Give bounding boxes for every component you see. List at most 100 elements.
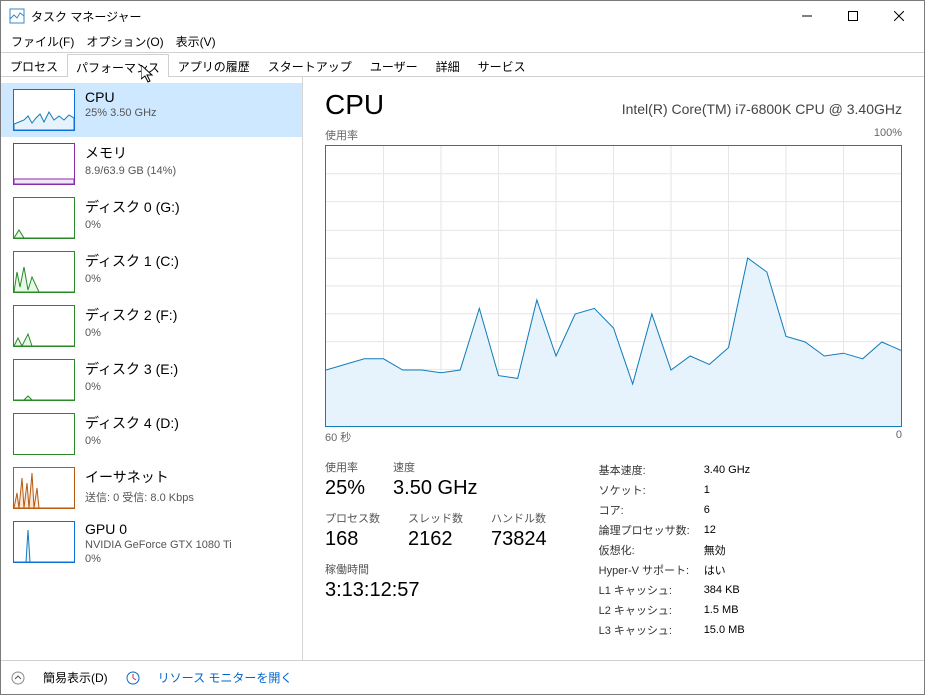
chart-x-start: 60 秒 [325, 429, 351, 445]
chevron-up-icon[interactable] [11, 671, 25, 685]
stat-sockets: 1 [704, 481, 762, 499]
stat-base-speed: 3.40 GHz [704, 461, 762, 479]
menu-file[interactable]: ファイル(F) [5, 31, 80, 52]
stat-label: 基本速度: [599, 461, 702, 479]
chart-y-label: 使用率 [325, 127, 358, 143]
sidebar-item-disk2[interactable]: ディスク 2 (F:) 0% [1, 299, 302, 353]
sidebar: CPU 25% 3.50 GHz メモリ 8.9/63.9 GB (14%) ディス… [1, 77, 303, 660]
sidebar-item-sub: 8.9/63.9 GB (14%) [85, 165, 176, 177]
tab-startup[interactable]: スタートアップ [259, 53, 361, 76]
chart-y-max: 100% [874, 127, 902, 143]
stat-hyperv: はい [704, 561, 762, 579]
stat-label: L2 キャッシュ: [599, 601, 702, 619]
sidebar-item-label: CPU [85, 89, 157, 105]
stat-label: 仮想化: [599, 541, 702, 559]
processor-name: Intel(R) Core(TM) i7-6800K CPU @ 3.40GHz [622, 101, 902, 117]
sidebar-item-sub: 0% [85, 327, 177, 339]
stat-label: 論理プロセッサ数: [599, 521, 702, 539]
menu-options[interactable]: オプション(O) [80, 31, 169, 52]
disk-thumb-icon [13, 197, 75, 239]
titlebar: タスク マネージャー [1, 1, 924, 31]
sidebar-item-disk1[interactable]: ディスク 1 (C:) 0% [1, 245, 302, 299]
stat-handles: 73824 [491, 528, 547, 551]
sidebar-item-sub2: 0% [85, 553, 232, 565]
resmon-icon [126, 671, 140, 685]
main-content: CPU 25% 3.50 GHz メモリ 8.9/63.9 GB (14%) ディス… [1, 77, 924, 660]
tab-services[interactable]: サービス [469, 53, 535, 76]
open-resource-monitor-link[interactable]: リソース モニターを開く [158, 669, 293, 686]
sidebar-item-sub: 0% [85, 381, 178, 393]
stat-virtualization: 無効 [704, 541, 762, 559]
sidebar-item-gpu[interactable]: GPU 0 NVIDIA GeForce GTX 1080 Ti 0% [1, 515, 302, 571]
disk-thumb-icon [13, 251, 75, 293]
stat-label: 速度 [393, 459, 477, 475]
sidebar-item-label: ディスク 3 (E:) [85, 359, 178, 379]
app-icon [9, 8, 25, 24]
sidebar-item-sub: 25% 3.50 GHz [85, 107, 157, 119]
sidebar-item-sub: 0% [85, 435, 179, 447]
stat-label: スレッド数 [408, 510, 463, 526]
sidebar-item-label: イーサネット [85, 467, 194, 487]
tab-processes[interactable]: プロセス [1, 53, 67, 76]
stat-label: L1 キャッシュ: [599, 581, 702, 599]
sidebar-item-label: GPU 0 [85, 521, 232, 537]
fewer-details-button[interactable]: 簡易表示(D) [43, 669, 108, 686]
sidebar-item-label: ディスク 4 (D:) [85, 413, 179, 433]
tab-details[interactable]: 詳細 [427, 53, 469, 76]
stat-label: ハンドル数 [491, 510, 547, 526]
disk-thumb-icon [13, 359, 75, 401]
stat-usage: 25% [325, 477, 365, 500]
stat-label: ソケット: [599, 481, 702, 499]
minimize-button[interactable] [784, 1, 830, 31]
stat-l3: 15.0 MB [704, 621, 762, 639]
detail-title: CPU [325, 89, 384, 121]
stat-label: Hyper-V サポート: [599, 561, 702, 579]
stat-uptime: 3:13:12:57 [325, 579, 547, 602]
sidebar-item-ethernet[interactable]: イーサネット送信: 0 受信: 8.0 Kbps [1, 461, 302, 515]
stat-label: コア: [599, 501, 702, 519]
stat-label: L3 キャッシュ: [599, 621, 702, 639]
close-button[interactable] [876, 1, 922, 31]
menu-view[interactable]: 表示(V) [170, 31, 222, 52]
sidebar-item-memory[interactable]: メモリ 8.9/63.9 GB (14%) [1, 137, 302, 191]
chart-x-end: 0 [896, 429, 902, 445]
tabbar: プロセス パフォーマンス アプリの履歴 スタートアップ ユーザー 詳細 サービス [1, 53, 924, 77]
sidebar-item-label: メモリ [85, 143, 176, 163]
sidebar-item-disk3[interactable]: ディスク 3 (E:) 0% [1, 353, 302, 407]
maximize-button[interactable] [830, 1, 876, 31]
menubar: ファイル(F) オプション(O) 表示(V) [1, 31, 924, 53]
sidebar-item-label: ディスク 2 (F:) [85, 305, 177, 325]
sidebar-item-disk4[interactable]: ディスク 4 (D:) 0% [1, 407, 302, 461]
stat-l1: 384 KB [704, 581, 762, 599]
stat-l2: 1.5 MB [704, 601, 762, 619]
sidebar-item-sub: 0% [85, 219, 180, 231]
stat-label: 稼働時間 [325, 561, 547, 577]
sidebar-item-disk0[interactable]: ディスク 0 (G:)0% [1, 191, 302, 245]
sidebar-item-sub: 0% [85, 273, 179, 285]
stat-logical: 12 [704, 521, 762, 539]
disk-thumb-icon [13, 413, 75, 455]
sidebar-item-cpu[interactable]: CPU 25% 3.50 GHz [1, 83, 302, 137]
cpu-usage-chart[interactable] [325, 145, 902, 427]
sidebar-item-sub: NVIDIA GeForce GTX 1080 Ti [85, 539, 232, 551]
detail-pane: CPU Intel(R) Core(TM) i7-6800K CPU @ 3.4… [303, 77, 924, 660]
stat-label: プロセス数 [325, 510, 380, 526]
stat-speed: 3.50 GHz [393, 477, 477, 500]
sidebar-item-label: ディスク 1 (C:) [85, 251, 179, 271]
disk-thumb-icon [13, 305, 75, 347]
stat-threads: 2162 [408, 528, 463, 551]
stats-right: 基本速度:3.40 GHz ソケット:1 コア:6 論理プロセッサ数:12 仮想… [597, 459, 765, 641]
stat-label: 使用率 [325, 459, 365, 475]
memory-thumb-icon [13, 143, 75, 185]
gpu-thumb-icon [13, 521, 75, 563]
tab-history[interactable]: アプリの履歴 [169, 53, 259, 76]
tab-performance[interactable]: パフォーマンス [67, 54, 169, 77]
window-controls [784, 1, 922, 31]
stat-cores: 6 [704, 501, 762, 519]
sidebar-item-sub: 送信: 0 受信: 8.0 Kbps [85, 489, 194, 505]
ethernet-thumb-icon [13, 467, 75, 509]
tab-users[interactable]: ユーザー [361, 53, 427, 76]
stats: 使用率25% 速度3.50 GHz プロセス数168 スレッド数2162 ハンド… [325, 459, 902, 641]
cpu-thumb-icon [13, 89, 75, 131]
footer: 簡易表示(D) リソース モニターを開く [1, 660, 924, 694]
